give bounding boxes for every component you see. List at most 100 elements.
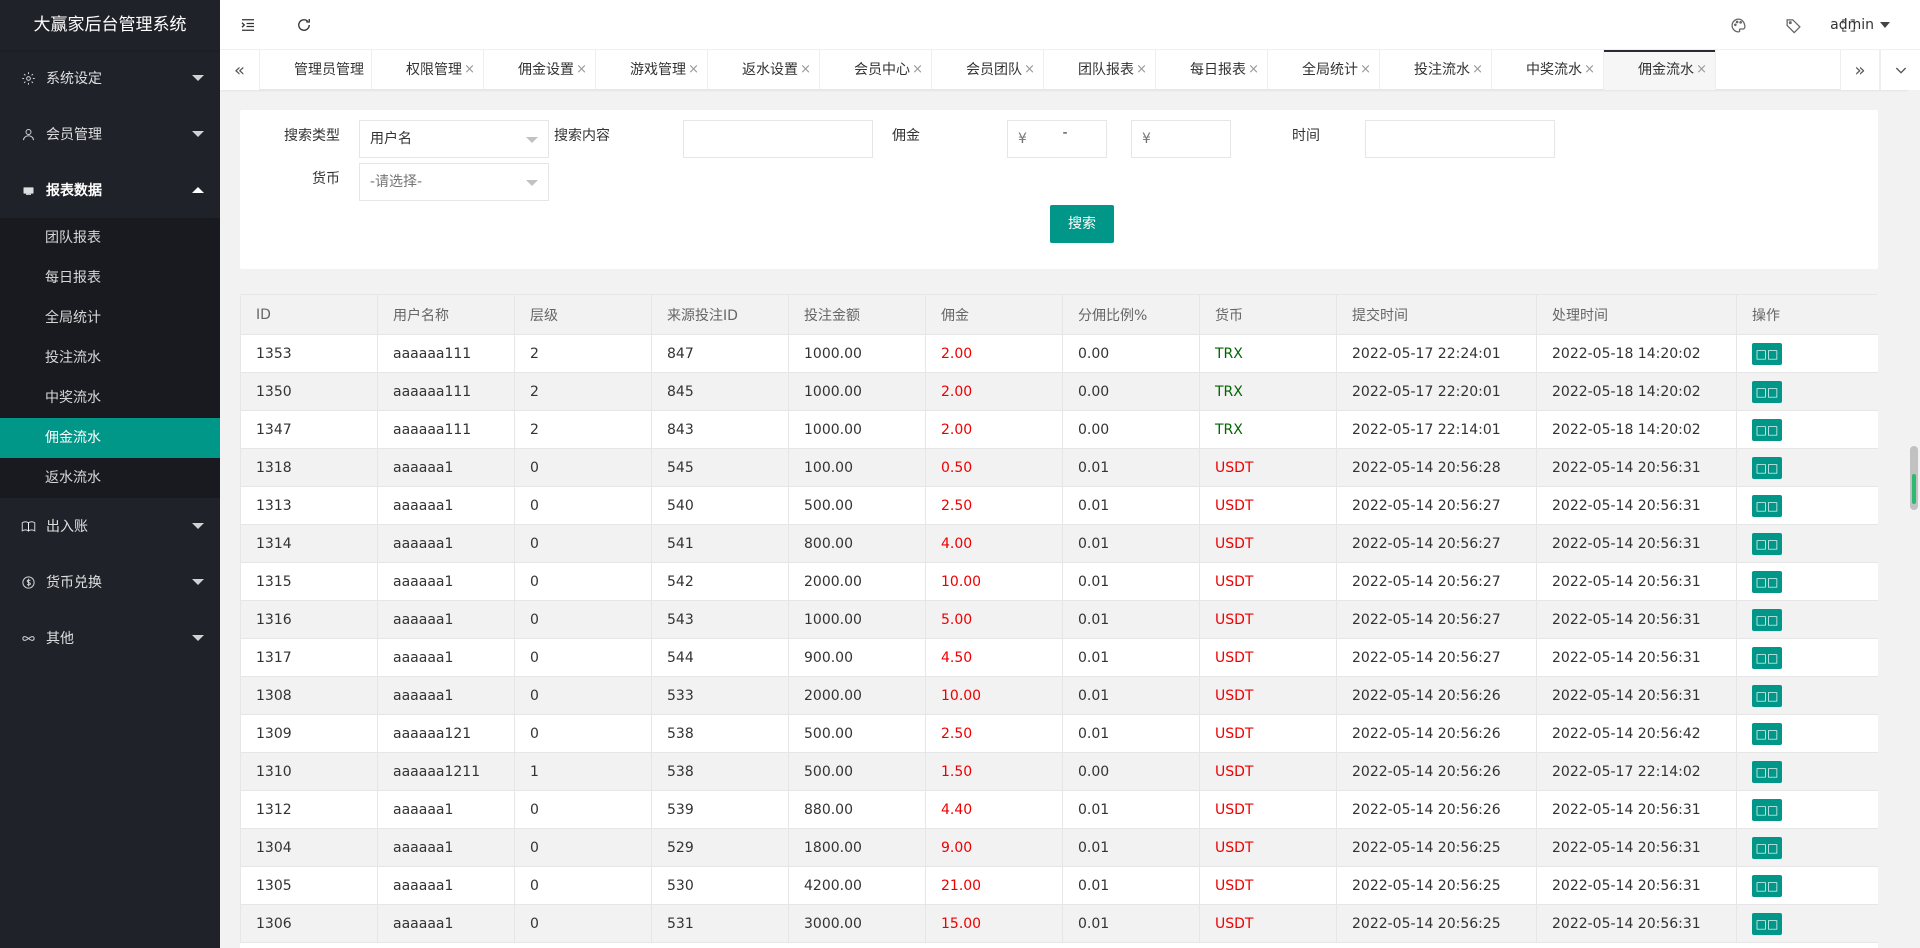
row-action-button[interactable]: □□ xyxy=(1752,418,1782,441)
close-icon[interactable]: × xyxy=(576,50,587,90)
sidebar-item-rebate-flow[interactable]: 返水流水 xyxy=(0,458,220,498)
user-menu[interactable]: admin xyxy=(1830,0,1890,50)
row-action-button[interactable]: □□ xyxy=(1752,874,1782,897)
tab-item[interactable]: 团队报表 × xyxy=(1044,50,1156,90)
tab-item[interactable]: 会员团队 × xyxy=(932,50,1044,90)
table-cell: aaaaaa1 xyxy=(377,904,515,943)
tab-item[interactable]: 游戏管理 × xyxy=(596,50,708,90)
tab-item[interactable]: 权限管理 × xyxy=(372,50,484,90)
row-action-button[interactable]: □□ xyxy=(1752,722,1782,745)
table-cell: 540 xyxy=(651,486,789,525)
table-cell: 1308 xyxy=(240,676,378,715)
table-cell: 4200.00 xyxy=(788,866,926,905)
table-cell: 3000.00 xyxy=(788,904,926,943)
row-action-button[interactable]: □□ xyxy=(1752,798,1782,821)
close-icon[interactable]: × xyxy=(1136,50,1147,90)
tabs-scroll-right-button[interactable]: » xyxy=(1840,50,1880,90)
row-action-button[interactable]: □□ xyxy=(1752,380,1782,403)
row-action-button[interactable]: □□ xyxy=(1752,456,1782,479)
commission-label: 佣金 xyxy=(892,128,920,144)
close-icon[interactable]: × xyxy=(1472,50,1483,90)
table-row: 1304 aaaaaa1 0 529 1800.00 9.00 0.01 USDT 2022-0… xyxy=(240,828,1878,867)
tab-item[interactable]: 返水设置 × xyxy=(708,50,820,90)
tabs-menu-button[interactable] xyxy=(1880,50,1920,90)
search-type-select[interactable]: 用户名 xyxy=(359,120,549,158)
sidebar-item-global-stats[interactable]: 全局统计 xyxy=(0,298,220,338)
table-cell: 2022-05-14 20:56:31 xyxy=(1536,866,1737,905)
sidebar-item-other[interactable]: 其他 xyxy=(0,610,220,666)
sidebar-item-in-out-account[interactable]: 出入账 xyxy=(0,498,220,554)
tab-item[interactable]: 投注流水 × xyxy=(1380,50,1492,90)
sidebar-item-win-flow[interactable]: 中奖流水 xyxy=(0,378,220,418)
table-cell: 2022-05-14 20:56:27 xyxy=(1336,638,1537,677)
close-icon[interactable]: × xyxy=(1584,50,1595,90)
tab-item[interactable]: 佣金设置 × xyxy=(484,50,596,90)
search-button[interactable]: 搜索 xyxy=(1050,205,1114,243)
tabs-scroll-left-button[interactable]: « xyxy=(220,50,260,90)
tab-label: 每日报表 xyxy=(1190,62,1246,78)
table-cell: aaaaaa111 xyxy=(377,334,515,373)
row-action-button[interactable]: □□ xyxy=(1752,608,1782,631)
tab-item[interactable]: 全局统计 × xyxy=(1268,50,1380,90)
table-cell: aaaaaa1 xyxy=(377,676,515,715)
table-cell: □□ xyxy=(1736,904,1878,943)
row-action-button[interactable]: □□ xyxy=(1752,570,1782,593)
table-cell: 2022-05-14 20:56:31 xyxy=(1536,638,1737,677)
table-cell: 538 xyxy=(651,714,789,753)
row-action-button[interactable]: □□ xyxy=(1752,912,1782,935)
row-action-button[interactable]: □□ xyxy=(1752,532,1782,555)
tab-item[interactable]: 管理员管理 × xyxy=(260,50,372,90)
scrollbar-thumb[interactable] xyxy=(1910,446,1918,510)
sidebar-item-team-report[interactable]: 团队报表 xyxy=(0,218,220,258)
sidebar-item-report-data[interactable]: 报表数据 xyxy=(0,162,220,218)
sidebar-item-commission-flow[interactable]: 佣金流水 xyxy=(0,418,220,458)
close-icon[interactable]: × xyxy=(1024,50,1035,90)
sidebar-item-label: 会员管理 xyxy=(46,127,102,143)
close-icon[interactable]: × xyxy=(800,50,811,90)
sidebar-item-currency-exchange[interactable]: 货币兑换 xyxy=(0,554,220,610)
time-input[interactable] xyxy=(1365,120,1555,158)
refresh-button[interactable] xyxy=(276,0,332,50)
page-scrollbar[interactable] xyxy=(1908,90,1920,948)
theme-button[interactable] xyxy=(1710,0,1766,50)
table-cell: □□ xyxy=(1736,752,1878,791)
row-action-button[interactable]: □□ xyxy=(1752,836,1782,859)
tab-item[interactable]: 会员中心 × xyxy=(820,50,932,90)
row-action-button[interactable]: □□ xyxy=(1752,646,1782,669)
sidebar-item-bet-flow[interactable]: 投注流水 xyxy=(0,338,220,378)
row-action-button[interactable]: □□ xyxy=(1752,342,1782,365)
table-cell: □□ xyxy=(1736,866,1878,905)
table-cell: □□ xyxy=(1736,448,1878,487)
row-action-button[interactable]: □□ xyxy=(1752,494,1782,517)
table-cell: aaaaaa1 xyxy=(377,790,515,829)
table-cell: 1347 xyxy=(240,410,378,449)
table-cell: 1306 xyxy=(240,904,378,943)
menu-collapse-button[interactable] xyxy=(220,0,276,50)
notes-button[interactable] xyxy=(1765,0,1821,50)
close-icon[interactable]: × xyxy=(688,50,699,90)
sidebar-item-member-management[interactable]: 会员管理 xyxy=(0,106,220,162)
close-icon[interactable]: × xyxy=(464,50,475,90)
close-icon[interactable]: × xyxy=(352,50,363,90)
row-action-button[interactable]: □□ xyxy=(1752,684,1782,707)
tab-item[interactable]: 佣金流水 × xyxy=(1604,50,1716,90)
row-action-button[interactable]: □□ xyxy=(1752,760,1782,783)
search-type-label: 搜索类型 xyxy=(284,128,340,144)
currency-select[interactable]: -请选择- xyxy=(359,163,549,201)
sidebar-item-daily-report[interactable]: 每日报表 xyxy=(0,258,220,298)
tab-item[interactable]: 中奖流水 × xyxy=(1492,50,1604,90)
table-cell: 531 xyxy=(651,904,789,943)
commission-max-input[interactable]: ¥ xyxy=(1131,120,1231,158)
close-icon[interactable]: × xyxy=(1696,50,1707,90)
table-cell: 0.01 xyxy=(1062,638,1200,677)
table-cell: 4.00 xyxy=(925,524,1063,563)
column-header: 提交时间 xyxy=(1336,294,1537,335)
tab-item[interactable]: 每日报表 × xyxy=(1156,50,1268,90)
close-icon[interactable]: × xyxy=(1360,50,1371,90)
sidebar-item-system-settings[interactable]: 系统设定 xyxy=(0,50,220,106)
table-cell: 2022-05-14 20:56:27 xyxy=(1336,486,1537,525)
close-icon[interactable]: × xyxy=(912,50,923,90)
close-icon[interactable]: × xyxy=(1248,50,1259,90)
sidebar-item-label: 系统设定 xyxy=(46,71,102,87)
table-cell: 2 xyxy=(514,334,652,373)
